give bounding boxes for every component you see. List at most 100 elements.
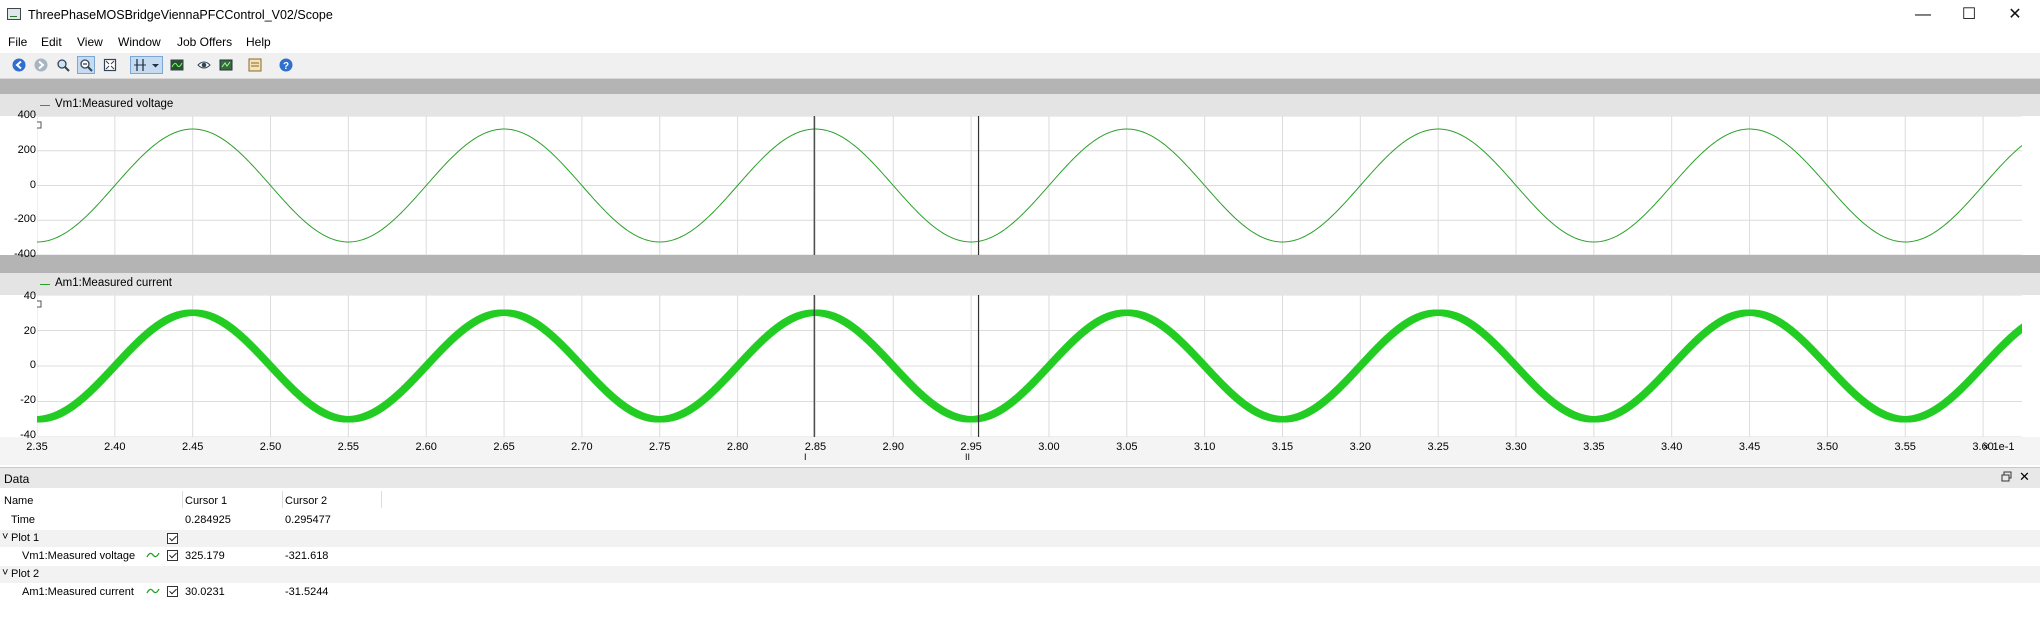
column-separator [282, 491, 283, 508]
x-tick-label: 2.75 [649, 441, 671, 453]
plot1-ytick: -200 [13, 213, 36, 225]
x-tick-label: 3.15 [1271, 441, 1294, 453]
x-tick-label: 2.95 [960, 441, 982, 453]
column-separator [182, 491, 183, 508]
x-tick-label: 3.00 [1038, 441, 1060, 453]
column-header-cursor1[interactable]: Cursor 1 [185, 495, 227, 507]
close-button[interactable]: ✕ [1992, 0, 2038, 30]
plot1-ytick: 0 [29, 179, 36, 191]
time-row-label: Time [11, 514, 36, 526]
data-panel-header [0, 467, 2040, 488]
signal-cursor1-value: 325.179 [185, 550, 225, 562]
signal-row-label: Am1:Measured current [22, 586, 134, 598]
plot-separator [0, 255, 2040, 273]
column-header-cursor2[interactable]: Cursor 2 [285, 495, 327, 507]
x-tick-label: 2.45 [181, 441, 204, 453]
plot2-ytick: -20 [20, 394, 36, 406]
plot2-ytick: 40 [23, 290, 36, 302]
plot1-area[interactable] [37, 116, 2022, 255]
menu-edit[interactable]: Edit [41, 35, 62, 49]
export-icon[interactable] [219, 58, 233, 72]
plot2-group-row[interactable] [0, 566, 2040, 583]
plot2-title-bar [0, 273, 2040, 295]
signal-cursor2-value: -321.618 [285, 550, 329, 562]
menu-bar: File Edit View Window Job Offers Help [0, 32, 2040, 52]
lock-icon [37, 121, 42, 129]
signal-cursor2-value: -31.5244 [285, 586, 329, 598]
signal-cursor1-value: 30.0231 [185, 586, 225, 598]
menu-view[interactable]: View [77, 35, 103, 49]
signal-wave-icon [146, 588, 160, 594]
menu-file[interactable]: File [8, 35, 27, 49]
signal-checkbox[interactable] [167, 586, 178, 597]
plot1-ytick: -400 [13, 248, 36, 260]
x-tick-label: 3.35 [1583, 441, 1605, 453]
x-tick-label: 2.60 [415, 441, 437, 453]
signal-wave-icon [146, 552, 160, 558]
close-panel-icon[interactable]: ✕ [2019, 469, 2030, 485]
x-tick-label: 3.30 [1505, 441, 1527, 453]
minimize-button[interactable]: — [1900, 0, 1946, 30]
toolbar: ? [0, 53, 2040, 79]
plot1-group-label: Plot 1 [11, 532, 40, 544]
x-tick-label: 3.55 [1894, 441, 1916, 453]
maximize-button[interactable]: ☐ [1946, 0, 1992, 30]
cursor2-label: II [965, 452, 971, 462]
eye-icon[interactable] [197, 58, 211, 72]
trace-icon[interactable] [170, 58, 184, 72]
x-tick-label: 3.25 [1427, 441, 1449, 453]
help-icon[interactable]: ? [279, 58, 293, 72]
svg-text:?: ? [283, 61, 289, 72]
signal-row-label: Vm1:Measured voltage [22, 550, 136, 562]
column-separator [381, 491, 382, 508]
back-icon[interactable] [12, 58, 26, 72]
x-tick-label: 3.50 [1816, 441, 1839, 453]
chevron-down-icon[interactable]: ˅ [2, 567, 8, 579]
plot2-area[interactable] [37, 295, 2022, 437]
x-tick-label: 2.85 [804, 441, 827, 453]
x-tick-label: 2.90 [882, 441, 904, 453]
plot1-group-row[interactable] [0, 530, 2040, 547]
plot2-group-label: Plot 2 [11, 568, 40, 580]
plot1-legend: Vm1:Measured voltage [55, 98, 174, 110]
zoom-icon[interactable] [56, 58, 70, 72]
properties-icon[interactable] [248, 58, 262, 72]
x-tick-label: 2.40 [104, 441, 126, 453]
x-tick-label: 2.35 [26, 441, 48, 453]
plot-spacer-top [0, 79, 2040, 94]
plot2-ytick: -40 [20, 429, 36, 441]
menu-help[interactable]: Help [246, 35, 271, 49]
time-cursor2-value: 0.295477 [285, 514, 331, 526]
column-header-name[interactable]: Name [4, 495, 33, 507]
dropdown-icon[interactable] [151, 58, 160, 72]
zoom-fit-icon[interactable] [103, 58, 117, 72]
x-tick-label: 2.70 [571, 441, 593, 453]
restore-icon[interactable] [2001, 471, 2012, 482]
x-tick-label: 2.65 [493, 441, 515, 453]
plot2-ytick: 0 [29, 359, 36, 371]
menu-window[interactable]: Window [118, 35, 161, 49]
x-tick-label: 3.20 [1349, 441, 1372, 453]
lock-icon [37, 300, 42, 308]
forward-icon[interactable] [34, 58, 48, 72]
plot1-group-checkbox[interactable] [167, 533, 178, 544]
cursor1-label: I [804, 452, 807, 462]
plot1-ytick: 200 [17, 144, 36, 156]
window-title: ThreePhaseMOSBridgeViennaPFCControl_V02/… [28, 8, 333, 22]
x-tick-label: 3.45 [1738, 441, 1761, 453]
plot1-ytick: 400 [17, 109, 36, 121]
x-tick-label: 2.50 [259, 441, 282, 453]
x-axis-exponent: × 1e-1 [1983, 441, 2015, 453]
menu-job-offers[interactable]: Job Offers [177, 35, 232, 49]
x-tick-label: 2.55 [337, 441, 360, 453]
plot2-legend: Am1:Measured current [55, 277, 172, 289]
plot1-title-bar [0, 94, 2040, 116]
plot1-legend-swatch [40, 105, 50, 106]
app-icon [7, 8, 21, 20]
signal-checkbox[interactable] [167, 550, 178, 561]
chevron-down-icon[interactable]: ˅ [2, 531, 8, 543]
data-panel-title: Data [4, 472, 30, 486]
x-tick-label: 3.05 [1116, 441, 1138, 453]
zoom-out-icon [80, 59, 93, 72]
x-tick-label: 3.10 [1193, 441, 1216, 453]
